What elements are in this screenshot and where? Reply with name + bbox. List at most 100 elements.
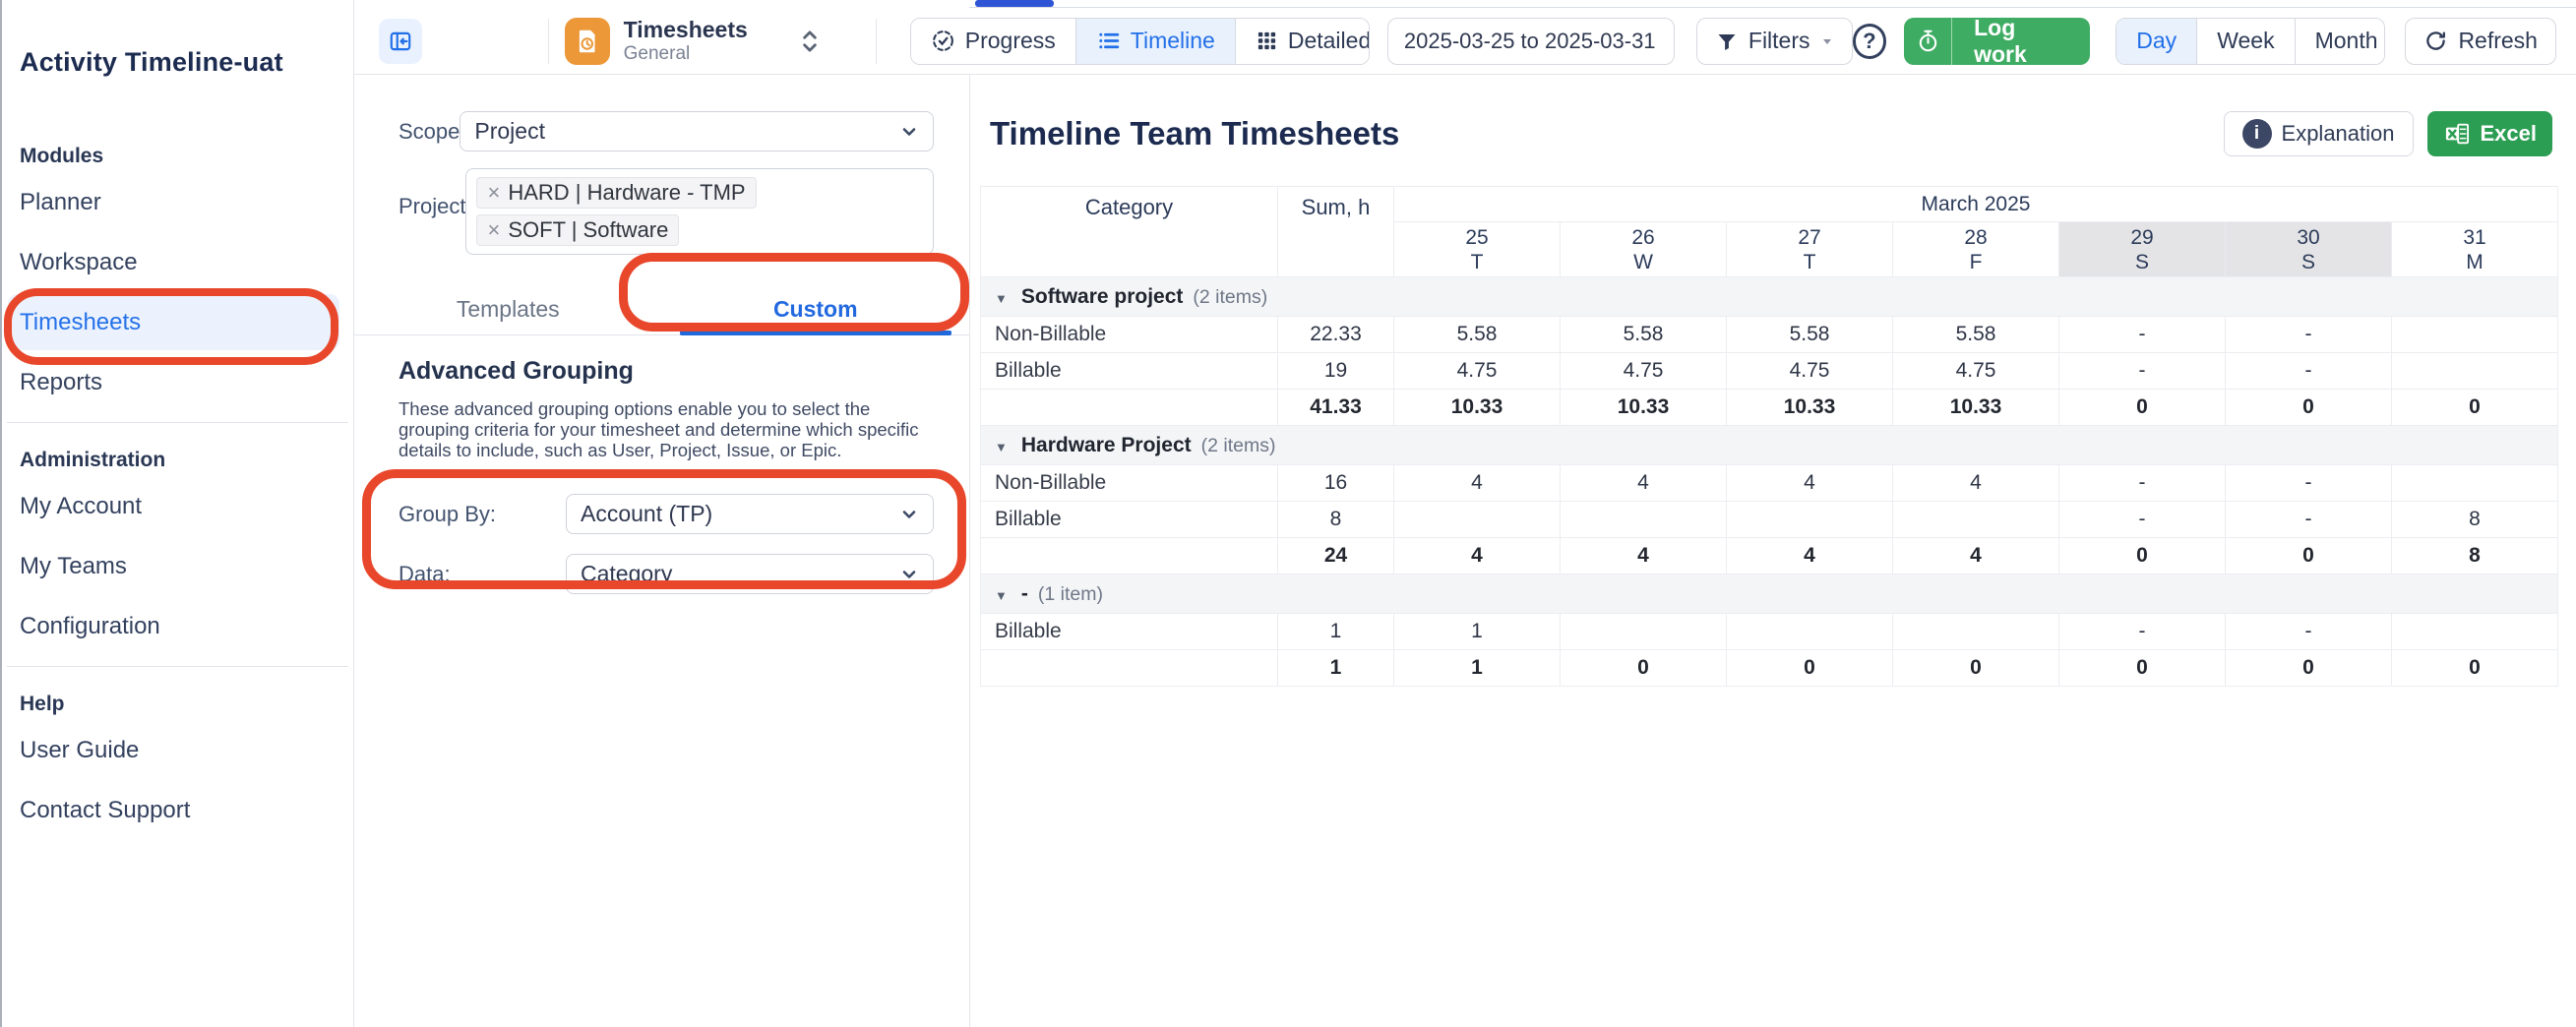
category-cell: Billable bbox=[981, 502, 1278, 538]
month-header: March 2025 bbox=[1394, 187, 2558, 222]
category-cell bbox=[981, 390, 1278, 426]
value-cell bbox=[1727, 614, 1893, 650]
sum-cell: 8 bbox=[1278, 502, 1394, 538]
group-count: (2 items) bbox=[1201, 435, 1276, 456]
value-cell bbox=[1561, 614, 1727, 650]
filters-button[interactable]: Filters bbox=[1696, 18, 1853, 65]
sidebar-item-contact-support[interactable]: Contact Support bbox=[2, 780, 353, 840]
divider bbox=[7, 422, 348, 423]
caret-down-icon bbox=[1820, 34, 1834, 48]
sidebar-item-user-guide[interactable]: User Guide bbox=[2, 720, 353, 780]
zoom-month[interactable]: Month bbox=[2296, 19, 2386, 64]
collapse-group-icon[interactable]: ▼ bbox=[995, 588, 1008, 603]
collapse-panel-icon bbox=[388, 29, 413, 54]
value-cell bbox=[2392, 317, 2558, 353]
value-cell bbox=[2392, 614, 2558, 650]
sum-cell: 19 bbox=[1278, 353, 1394, 390]
zoom-day[interactable]: Day bbox=[2116, 19, 2197, 64]
chevron-updown-icon[interactable] bbox=[799, 27, 821, 56]
value-cell: - bbox=[2226, 502, 2392, 538]
value-cell bbox=[1893, 502, 2059, 538]
group-count: (2 items) bbox=[1193, 286, 1267, 308]
group-name: - bbox=[1021, 582, 1028, 605]
collapse-panel-button[interactable] bbox=[379, 19, 422, 64]
sidebar-item-workspace[interactable]: Workspace bbox=[2, 232, 353, 292]
day-header-25: 25T bbox=[1394, 222, 1561, 277]
project-multiselect[interactable]: × HARD | Hardware - TMP × SOFT | Softwar… bbox=[465, 168, 934, 255]
sum-column-header: Sum, h bbox=[1278, 187, 1394, 277]
tab-progress[interactable]: Progress bbox=[911, 19, 1076, 64]
total-value-cell: 0 bbox=[2059, 538, 2226, 574]
progress-icon bbox=[931, 29, 955, 53]
group-total-row: 244444008 bbox=[981, 538, 2558, 574]
log-work-label: Log work bbox=[1952, 18, 2090, 65]
value-cell: - bbox=[2059, 353, 2226, 390]
help-icon[interactable]: ? bbox=[1853, 24, 1887, 59]
remove-tag-icon[interactable]: × bbox=[487, 217, 500, 243]
stopwatch-icon[interactable] bbox=[1904, 18, 1952, 65]
view-switcher: Progress Timeline Detailed bbox=[910, 18, 1370, 65]
group-header[interactable]: ▼Software project(2 items) bbox=[981, 277, 2558, 317]
total-value-cell: 0 bbox=[2392, 390, 2558, 426]
tab-timeline[interactable]: Timeline bbox=[1076, 19, 1236, 64]
sidebar-item-planner[interactable]: Planner bbox=[2, 172, 353, 232]
value-cell: 4.75 bbox=[1394, 353, 1561, 390]
refresh-button[interactable]: Refresh bbox=[2405, 18, 2556, 65]
project-tag: × HARD | Hardware - TMP bbox=[476, 177, 756, 209]
excel-export-button[interactable]: Excel bbox=[2427, 111, 2553, 156]
sidebar-item-configuration[interactable]: Configuration bbox=[2, 596, 353, 656]
category-cell: Non-Billable bbox=[981, 317, 1278, 353]
group-total-row: 41.3310.3310.3310.3310.33000 bbox=[981, 390, 2558, 426]
group-header-row: ▼Software project(2 items) bbox=[981, 277, 2558, 317]
total-value-cell: 0 bbox=[2226, 538, 2392, 574]
sidebar-item-timesheets[interactable]: Timesheets bbox=[8, 294, 339, 350]
value-cell: 8 bbox=[2392, 502, 2558, 538]
total-value-cell: 0 bbox=[2226, 390, 2392, 426]
explanation-button[interactable]: i Explanation bbox=[2224, 111, 2414, 156]
tab-custom[interactable]: Custom bbox=[662, 284, 970, 334]
main-area: Timeline Team Timesheets i Explanation bbox=[970, 75, 2576, 1027]
group-header[interactable]: ▼-(1 item) bbox=[981, 574, 2558, 614]
value-cell: - bbox=[2059, 614, 2226, 650]
value-cell: 5.58 bbox=[1561, 317, 1727, 353]
chevron-down-icon bbox=[899, 565, 919, 584]
group-by-select[interactable]: Account (TP) bbox=[566, 494, 934, 534]
total-value-cell: 0 bbox=[2226, 650, 2392, 687]
data-select[interactable]: Category bbox=[566, 554, 934, 594]
divider bbox=[876, 19, 877, 64]
timesheet-row: Non-Billable164444-- bbox=[981, 465, 2558, 502]
collapse-group-icon[interactable]: ▼ bbox=[995, 291, 1008, 306]
value-cell bbox=[1893, 614, 2059, 650]
sidebar-item-my-account[interactable]: My Account bbox=[2, 476, 353, 536]
value-cell: - bbox=[2226, 317, 2392, 353]
category-cell: Billable bbox=[981, 614, 1278, 650]
zoom-week[interactable]: Week bbox=[2197, 19, 2295, 64]
timesheet-config-panel: Scope Project Project × HARD | Hardware … bbox=[354, 75, 970, 1027]
date-range-input[interactable] bbox=[1387, 18, 1675, 65]
value-cell bbox=[1561, 502, 1727, 538]
day-header-30: 30S bbox=[2226, 222, 2392, 277]
total-value-cell: 1 bbox=[1394, 650, 1561, 687]
filter-icon bbox=[1715, 30, 1739, 53]
day-header-27: 27T bbox=[1727, 222, 1893, 277]
value-cell: - bbox=[2226, 465, 2392, 502]
group-header-row: ▼-(1 item) bbox=[981, 574, 2558, 614]
tab-detailed[interactable]: Detailed bbox=[1236, 19, 1370, 64]
value-cell: 4.75 bbox=[1561, 353, 1727, 390]
sum-cell: 1 bbox=[1278, 614, 1394, 650]
app-switcher[interactable]: Timesheets General bbox=[624, 17, 748, 64]
sidebar-item-my-teams[interactable]: My Teams bbox=[2, 536, 353, 596]
sidebar-item-reports[interactable]: Reports bbox=[2, 352, 353, 412]
tab-templates[interactable]: Templates bbox=[354, 284, 662, 334]
group-header[interactable]: ▼Hardware Project(2 items) bbox=[981, 426, 2558, 465]
sidebar: Activity Timeline-uat Modules Planner Wo… bbox=[0, 0, 354, 1027]
group-count: (1 item) bbox=[1038, 583, 1103, 605]
category-cell: Non-Billable bbox=[981, 465, 1278, 502]
scope-select[interactable]: Project bbox=[460, 111, 934, 151]
chevron-down-icon bbox=[899, 122, 919, 142]
collapse-group-icon[interactable]: ▼ bbox=[995, 440, 1008, 454]
total-value-cell: 10.33 bbox=[1727, 390, 1893, 426]
value-cell: 4 bbox=[1394, 465, 1561, 502]
log-work-button[interactable]: Log work bbox=[1904, 18, 2090, 65]
remove-tag-icon[interactable]: × bbox=[487, 180, 500, 206]
